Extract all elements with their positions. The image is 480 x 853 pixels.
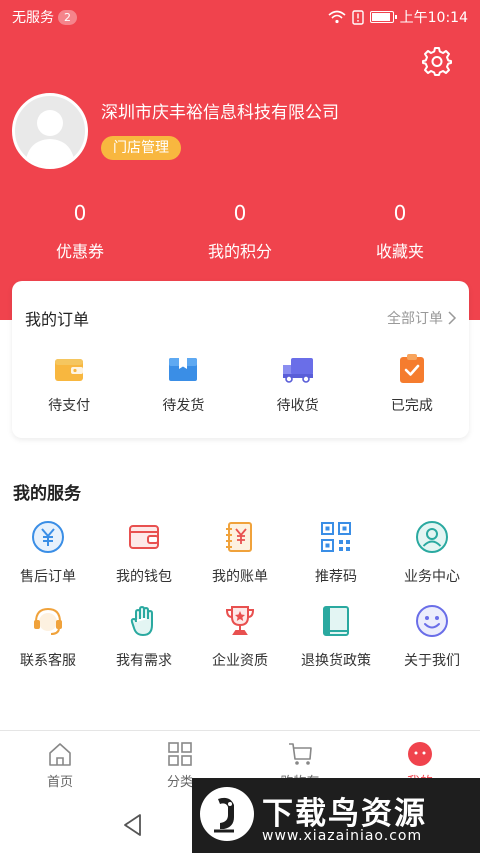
services-grid: 售后订单 我的钱包 我的账单 推荐码 业务中心 联系客服 我有需求 企业资质 退… — [0, 520, 480, 670]
bill-icon — [226, 522, 252, 552]
wallet-icon — [129, 525, 159, 549]
all-orders-link[interactable]: 全部订单 — [387, 308, 457, 328]
book-icon — [323, 606, 349, 636]
order-item-label: 待发货 — [162, 398, 205, 414]
wallet-icon — [55, 359, 84, 381]
service-my-request[interactable]: 我有需求 — [96, 604, 192, 670]
stat-coupons[interactable]: 0 优惠券 — [0, 198, 160, 262]
order-item-label: 待收货 — [276, 398, 319, 414]
service-after-sale[interactable]: 售后订单 — [0, 520, 96, 586]
service-referral-code[interactable]: 推荐码 — [288, 520, 384, 586]
bird-logo-icon — [214, 797, 234, 833]
watermark-logo — [200, 787, 254, 841]
orders-title: 我的订单 — [25, 310, 90, 329]
service-label: 我的账单 — [212, 569, 268, 585]
hand-icon — [130, 606, 153, 636]
service-return-policy[interactable]: 退换货政策 — [288, 604, 384, 670]
service-about-us[interactable]: 关于我们 — [384, 604, 480, 670]
service-customer-support[interactable]: 联系客服 — [0, 604, 96, 670]
sim-alert-icon — [351, 9, 364, 25]
clipboard-check-icon — [399, 354, 424, 383]
service-qualification[interactable]: 企业资质 — [192, 604, 288, 670]
order-item-label: 待支付 — [48, 398, 91, 414]
stat-label: 收藏夹 — [375, 242, 424, 261]
stats-row: 0 优惠券 0 我的积分 0 收藏夹 — [0, 198, 480, 262]
profile-icon — [408, 742, 432, 766]
clock-text: 上午10:14 — [399, 10, 468, 26]
cart-icon — [289, 743, 312, 765]
service-label: 业务中心 — [404, 569, 460, 585]
battery-fill — [371, 13, 391, 21]
battery-icon — [369, 11, 397, 23]
company-name: 深圳市庆丰裕信息科技有限公司 — [101, 103, 339, 123]
carrier-text: 无服务 — [12, 10, 54, 26]
service-label: 联系客服 — [20, 653, 76, 669]
avatar[interactable] — [12, 93, 88, 169]
service-bill[interactable]: 我的账单 — [192, 520, 288, 586]
orders-card: 我的订单 全部订单 待支付 待发货 待收货 已完成 — [12, 281, 469, 438]
service-label: 退换货政策 — [301, 653, 371, 669]
order-pending-shipment[interactable]: 待发货 — [138, 353, 228, 415]
tab-label: 首页 — [46, 775, 73, 790]
service-business-center[interactable]: 业务中心 — [384, 520, 480, 586]
status-bar: 无服务 2 上午10:14 — [0, 0, 480, 34]
grid-icon — [168, 742, 192, 766]
service-label: 推荐码 — [315, 569, 357, 585]
home-icon — [49, 743, 71, 766]
tab-home[interactable]: 首页 — [0, 731, 120, 796]
watermark-banner: 下载鸟资源 www.xiazainiao.com — [192, 778, 480, 853]
sim-badge: 2 — [58, 9, 77, 25]
user-circle-icon — [416, 521, 448, 553]
services-title: 我的服务 — [13, 484, 81, 504]
service-label: 企业资质 — [212, 653, 268, 669]
store-management-button[interactable]: 门店管理 — [101, 136, 181, 160]
smile-icon — [416, 605, 448, 637]
stat-value: 0 — [73, 201, 87, 225]
order-pending-receipt[interactable]: 待收货 — [253, 353, 343, 415]
chevron-right-icon — [448, 311, 457, 325]
back-triangle-icon[interactable] — [120, 812, 146, 838]
service-label: 售后订单 — [20, 569, 76, 585]
headset-icon — [34, 607, 62, 635]
all-orders-label: 全部订单 — [387, 311, 443, 327]
yen-circle-icon — [32, 521, 64, 553]
stat-label: 优惠券 — [55, 242, 104, 261]
trophy-icon — [225, 606, 255, 635]
stat-favorites[interactable]: 0 收藏夹 — [320, 198, 480, 262]
service-label: 关于我们 — [404, 653, 460, 669]
service-label: 我有需求 — [116, 653, 172, 669]
qr-code-icon — [321, 522, 351, 552]
service-wallet[interactable]: 我的钱包 — [96, 520, 192, 586]
package-icon — [169, 358, 198, 381]
stat-value: 0 — [393, 201, 407, 225]
order-completed[interactable]: 已完成 — [367, 353, 457, 415]
stat-value: 0 — [233, 201, 247, 225]
watermark-url: www.xiazainiao.com — [262, 828, 423, 844]
wifi-icon — [328, 10, 346, 24]
truck-icon — [282, 358, 313, 383]
stat-points[interactable]: 0 我的积分 — [160, 198, 320, 262]
service-label: 我的钱包 — [116, 569, 172, 585]
settings-gear-icon[interactable] — [422, 46, 452, 76]
watermark-title: 下载鸟资源 — [262, 796, 427, 832]
order-item-label: 已完成 — [390, 398, 433, 414]
order-pending-payment[interactable]: 待支付 — [24, 353, 114, 415]
default-user-icon — [25, 110, 75, 166]
stat-label: 我的积分 — [207, 242, 272, 261]
